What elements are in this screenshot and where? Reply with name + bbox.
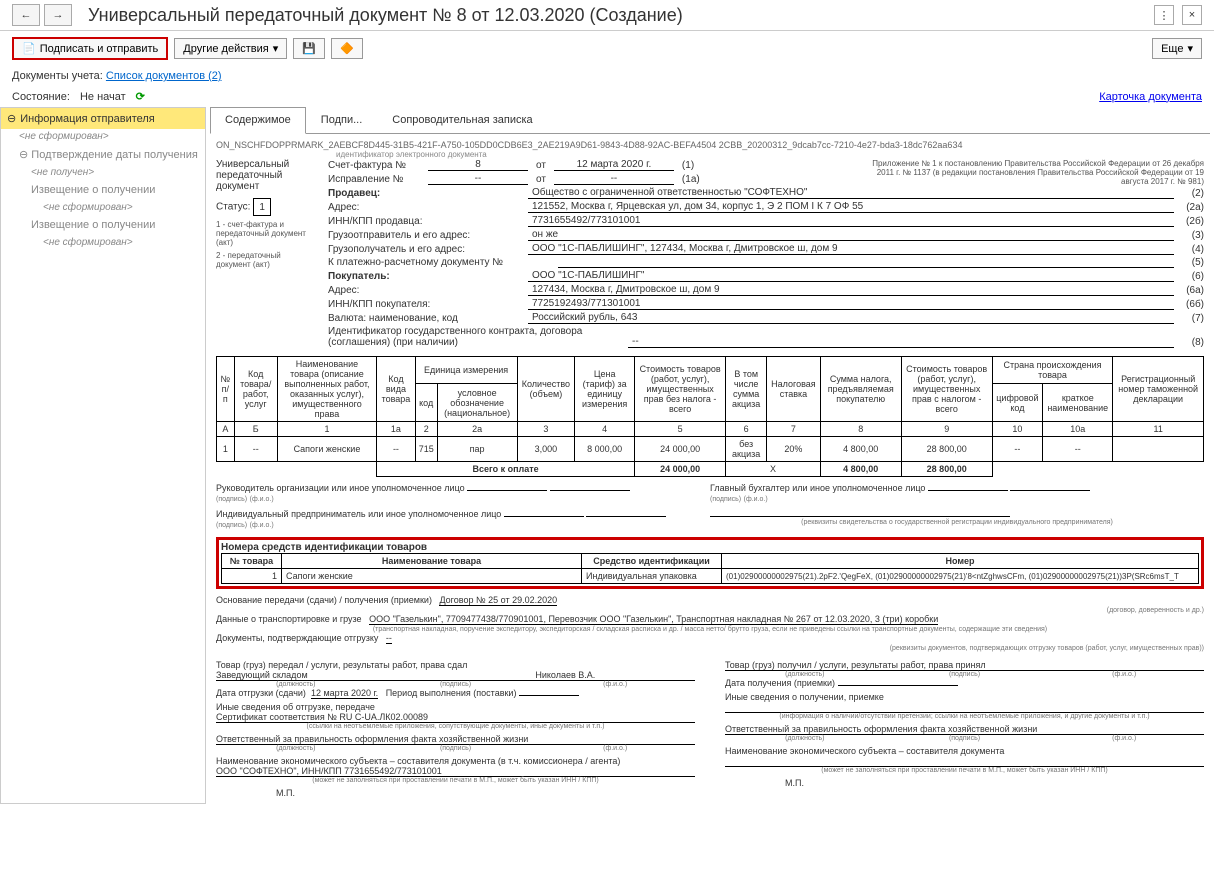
sign-icon: 📄 [22, 42, 36, 55]
document-body: ON_NSCHFDOPPRMARK_2AEBCF8D445-31B5-421F-… [210, 134, 1210, 804]
status-value: 1 [253, 198, 271, 216]
nav-forward-button[interactable]: → [44, 4, 72, 26]
sender-person: Николаев В.А. [535, 670, 695, 680]
refresh-icon[interactable]: ⟳ [136, 90, 145, 103]
consignee: ООО "1С-ПАБЛИШИНГ", 127434, Москва г, Дм… [528, 243, 1174, 255]
doc-links-row: Документы учета: Список документов (2) [0, 66, 1214, 86]
other-actions-button[interactable]: Другие действия ▾ [174, 38, 287, 59]
entity-left: ООО "СОФТЕХНО", ИНН/КПП 7731655492/77310… [216, 766, 442, 776]
seller: Общество с ограниченной ответственностью… [528, 187, 1174, 199]
buyer-inn: 7725192493/771301001 [528, 298, 1174, 310]
transfer-columns: Товар (груз) передал / услуги, результат… [216, 660, 1204, 798]
goods-table: № п/п Код товара/ работ, услуг Наименова… [216, 356, 1204, 477]
seller-address: 121552, Москва г, Ярцевская ул, дом 34, … [528, 201, 1174, 213]
minus-icon: ⊖ [7, 112, 16, 125]
ship-docs-value: -- [386, 633, 392, 644]
state-label: Состояние: [12, 91, 70, 103]
sender-role: Заведующий складом [216, 670, 376, 680]
tab-content[interactable]: Содержимое [210, 107, 306, 134]
buyer: ООО "1С-ПАБЛИШИНГ" [528, 270, 1174, 282]
certificate: Сертификат соответствия № RU C-UA.ЛК02.0… [216, 712, 428, 722]
identification-block: Номера средств идентификации товаров № т… [216, 537, 1204, 589]
sidebar: ⊖ Информация отправителя <не сформирован… [0, 107, 206, 804]
tabs: Содержимое Подпи... Сопроводительная зап… [210, 107, 1210, 134]
chevron-down-icon: ▾ [273, 42, 279, 55]
bottom-block: Основание передачи (сдачи) / получения (… [216, 595, 1204, 652]
right-column: Товар (груз) получил / услуги, результат… [725, 660, 1204, 798]
sign-send-button[interactable]: 📄 Подписать и отправить [12, 37, 168, 60]
invoice-no: 8 [428, 159, 528, 171]
sidebar-status: <не сформирован> [1, 129, 205, 144]
save-icon-button[interactable]: 💾 [293, 38, 325, 59]
ident-title: Номера средств идентификации товаров [221, 542, 1199, 553]
card-link[interactable]: Карточка документа [1099, 91, 1202, 103]
state-value: Не начат [80, 91, 126, 103]
sidebar-status: <не сформирован> [1, 200, 205, 215]
tab-cover-note[interactable]: Сопроводительная записка [377, 107, 547, 133]
table-total-row: Всего к оплате 24 000,00 Х 4 800,00 28 8… [217, 462, 1204, 477]
tab-signatures[interactable]: Подпи... [306, 107, 377, 133]
payment-doc [558, 267, 1174, 268]
stamp-right: М.П. [785, 778, 1204, 788]
shipper: он же [528, 229, 1174, 241]
sidebar-item-notice1[interactable]: Извещение о получении [1, 180, 205, 200]
ident-row: 1 Сапоги женские Индивидуальная упаковка… [222, 569, 1199, 584]
sidebar-status: <не сформирован> [1, 235, 205, 250]
contract-id: -- [628, 336, 1174, 348]
minus-icon: ⊖ [19, 149, 28, 161]
tree-icon-button[interactable]: 🔶 [331, 38, 363, 59]
ship-date: 12 марта 2020 г. [311, 688, 378, 699]
sidebar-status: <не получен> [1, 165, 205, 180]
upd-status-box: Универсальный передаточный документ Стат… [216, 159, 316, 350]
header-bar: ← → Универсальный передаточный документ … [0, 0, 1214, 31]
sidebar-item-sender-info[interactable]: ⊖ Информация отправителя [1, 108, 205, 129]
nav-back-button[interactable]: ← [12, 4, 40, 26]
transport-value: ООО "Газелькин", 7709477438/770901001, П… [369, 614, 938, 625]
toolbar: 📄 Подписать и отправить Другие действия … [0, 31, 1214, 66]
table-row: 1 -- Сапоги женские -- 715 пар 3,000 8 0… [217, 437, 1204, 462]
sidebar-item-notice2[interactable]: Извещение о получении [1, 215, 205, 235]
sidebar-item-confirm-date[interactable]: ⊖ Подтверждение даты получения [1, 144, 205, 165]
seller-inn: 7731655492/773101001 [528, 215, 1174, 227]
more-button[interactable]: Еще ▾ [1152, 38, 1202, 59]
doc-list-link[interactable]: Список документов (2) [106, 70, 222, 82]
annex-text: Приложение № 1 к постановлению Правитель… [864, 159, 1204, 187]
stamp-left: М.П. [276, 788, 695, 798]
left-column: Товар (груз) передал / услуги, результат… [216, 660, 695, 798]
currency: Российский рубль, 643 [528, 312, 1174, 324]
basis-value: Договор № 25 от 29.02.2020 [439, 595, 557, 606]
signatures-block: Руководитель организации или иное уполно… [216, 483, 1204, 503]
doc-id: ON_NSCHFDOPPRMARK_2AEBCF8D445-31B5-421F-… [216, 140, 1204, 150]
buyer-address: 127434, Москва г, Дмитровское ш, дом 9 [528, 284, 1174, 296]
close-icon[interactable]: × [1182, 5, 1202, 25]
page-title: Универсальный передаточный документ № 8 … [88, 5, 1154, 26]
invoice-date: 12 марта 2020 г. [554, 159, 674, 171]
doc-id-caption: идентификатор электронного документа [336, 150, 1204, 159]
chevron-down-icon: ▾ [1187, 42, 1193, 55]
menu-icon[interactable]: ⋮ [1154, 5, 1174, 25]
